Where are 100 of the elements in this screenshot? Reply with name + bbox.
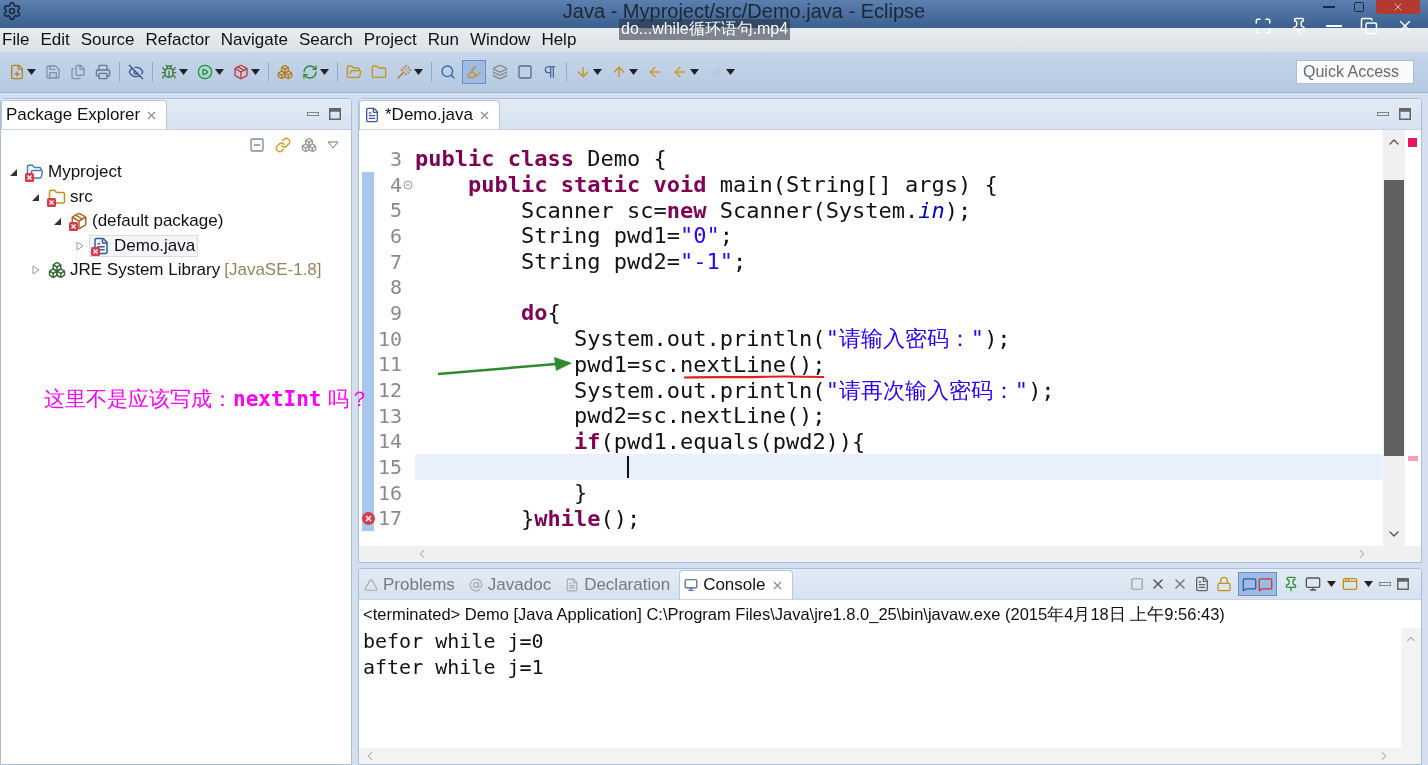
dropdown-caret-icon[interactable] <box>629 69 638 75</box>
at-sign-icon <box>468 578 483 592</box>
maximize-icon[interactable] <box>1397 578 1409 590</box>
line-number: 6 <box>388 223 402 248</box>
view-menu-icon[interactable] <box>327 141 339 149</box>
code-line: System.out.println("请输入密码："); <box>573 328 1011 350</box>
collapsed-arrow-icon[interactable] <box>31 265 41 276</box>
dropdown-caret-icon[interactable] <box>593 69 602 75</box>
dropdown-caret-icon[interactable] <box>690 69 699 75</box>
collapse-all-icon[interactable] <box>249 137 265 153</box>
message-icon[interactable] <box>1258 576 1273 592</box>
dropdown-caret-icon[interactable] <box>251 69 260 75</box>
menu-item[interactable]: Window <box>469 30 538 50</box>
monitor-icon[interactable] <box>1305 576 1321 592</box>
close-icon[interactable] <box>1392 1 1404 13</box>
search-icon[interactable] <box>440 64 456 80</box>
minimize-icon[interactable] <box>1377 112 1389 116</box>
tree-item[interactable]: src <box>45 185 96 208</box>
gear-icon <box>2 1 22 21</box>
console-output-line: befor while j=0 <box>363 628 544 654</box>
tree-item[interactable]: JRE System Library [JavaSE-1.8] <box>45 259 325 282</box>
line-number: 10 <box>376 326 402 351</box>
menu-item[interactable]: Refactor <box>145 30 217 50</box>
view-tab[interactable]: Console <box>679 570 793 599</box>
menu-item[interactable]: Edit <box>40 30 77 50</box>
save-icon[interactable] <box>45 64 61 80</box>
maximize-icon[interactable] <box>329 108 341 120</box>
boxes-icon[interactable] <box>301 137 317 153</box>
line-number: 5 <box>388 198 402 223</box>
tree-item[interactable]: Myproject <box>23 161 125 184</box>
line-number: 14 <box>376 429 402 454</box>
menu-item[interactable]: Navigate <box>220 30 295 50</box>
folder-icon[interactable] <box>371 64 387 80</box>
dropdown-caret-icon[interactable] <box>179 69 188 75</box>
fullscreen-icon[interactable] <box>1254 17 1272 35</box>
tree-item[interactable]: Demo.java <box>89 234 199 257</box>
line-number: 16 <box>376 480 402 505</box>
package-icon[interactable] <box>233 64 249 80</box>
restore-icon[interactable] <box>1360 17 1378 35</box>
expanded-arrow-icon[interactable] <box>53 216 63 227</box>
menu-item[interactable]: Run <box>427 30 466 50</box>
menu-item[interactable]: Source <box>80 30 142 50</box>
code-line: if(pwd1.equals(pwd2)){ <box>573 430 866 452</box>
monitor-icon <box>684 578 699 592</box>
tree-label: Myproject <box>48 162 122 183</box>
pin-icon[interactable] <box>1283 576 1299 592</box>
collapsed-arrow-icon[interactable] <box>75 240 85 251</box>
dropdown-caret-icon[interactable] <box>320 69 329 75</box>
code-line: do{ <box>520 302 561 324</box>
maximize-icon[interactable] <box>1353 1 1365 13</box>
boxes-icon[interactable] <box>277 64 293 80</box>
tree-item[interactable]: (default package) <box>67 210 227 233</box>
stop-icon[interactable] <box>1130 577 1144 591</box>
lock-icon[interactable] <box>1216 576 1232 592</box>
expanded-arrow-icon[interactable] <box>9 167 19 178</box>
files-icon[interactable] <box>70 64 86 80</box>
window-icon[interactable] <box>1342 576 1358 592</box>
tree-label: (default package) <box>92 211 224 232</box>
editor-tab[interactable]: *Demo.java <box>359 100 500 129</box>
menu-item[interactable]: File <box>2 30 37 50</box>
square-icon[interactable] <box>517 64 533 80</box>
folder-open-icon[interactable] <box>346 64 362 80</box>
pin-icon[interactable] <box>1290 17 1308 35</box>
maximize-icon[interactable] <box>1399 108 1411 120</box>
menu-item[interactable]: Project <box>363 30 424 50</box>
line-number: 13 <box>376 403 402 428</box>
text-cursor <box>627 456 629 479</box>
package-explorer-tab[interactable]: Package Explorer <box>1 100 168 129</box>
library-version-label: [JavaSE-1.8] <box>224 260 322 281</box>
dropdown-caret-icon[interactable] <box>1327 581 1336 587</box>
quick-access-field[interactable]: Quick Access <box>1296 60 1414 84</box>
vertical-scrollbar[interactable] <box>1401 628 1421 748</box>
dropdown-caret-icon[interactable] <box>27 69 36 75</box>
eye-off-icon[interactable] <box>128 64 144 80</box>
console-status: <terminated> Demo [Java Application] C:\Program Files\Java\jre1.8.0_25\bin\javaw.exe (2015年4月18日 上午9:56:43) <box>362 604 1226 625</box>
dropdown-caret-icon[interactable] <box>215 69 224 75</box>
layers-icon[interactable] <box>492 64 508 80</box>
pilcrow-icon[interactable] <box>542 64 558 80</box>
dropdown-caret-icon[interactable] <box>414 69 423 75</box>
code-line: }while(); <box>520 507 641 529</box>
dropdown-caret-icon[interactable] <box>1364 581 1373 587</box>
line-number: 9 <box>388 300 402 325</box>
printer-icon[interactable] <box>95 64 111 80</box>
menu-item[interactable]: Help <box>541 30 584 50</box>
show-output-toggle-button[interactable] <box>1238 572 1277 596</box>
line-number: 12 <box>376 378 402 403</box>
code-line: pwd1=sc.nextLine(); <box>573 353 826 375</box>
link-icon[interactable] <box>275 137 291 153</box>
window-title: Java - Myproject/src/Demo.java - Eclipse <box>561 0 926 22</box>
message-icon[interactable] <box>1242 576 1257 592</box>
menu-item[interactable]: Search <box>298 30 360 50</box>
line-number: 3 <box>388 146 402 171</box>
fold-icon[interactable] <box>403 179 413 190</box>
line-number: 7 <box>388 249 402 274</box>
dropdown-caret-icon[interactable] <box>726 69 735 75</box>
minimize-icon[interactable] <box>1379 582 1391 586</box>
minimize-icon[interactable] <box>307 112 319 116</box>
vertical-scrollbar[interactable] <box>1383 130 1405 546</box>
clear-icon[interactable] <box>1194 576 1210 592</box>
line-number: 11 <box>376 352 402 377</box>
